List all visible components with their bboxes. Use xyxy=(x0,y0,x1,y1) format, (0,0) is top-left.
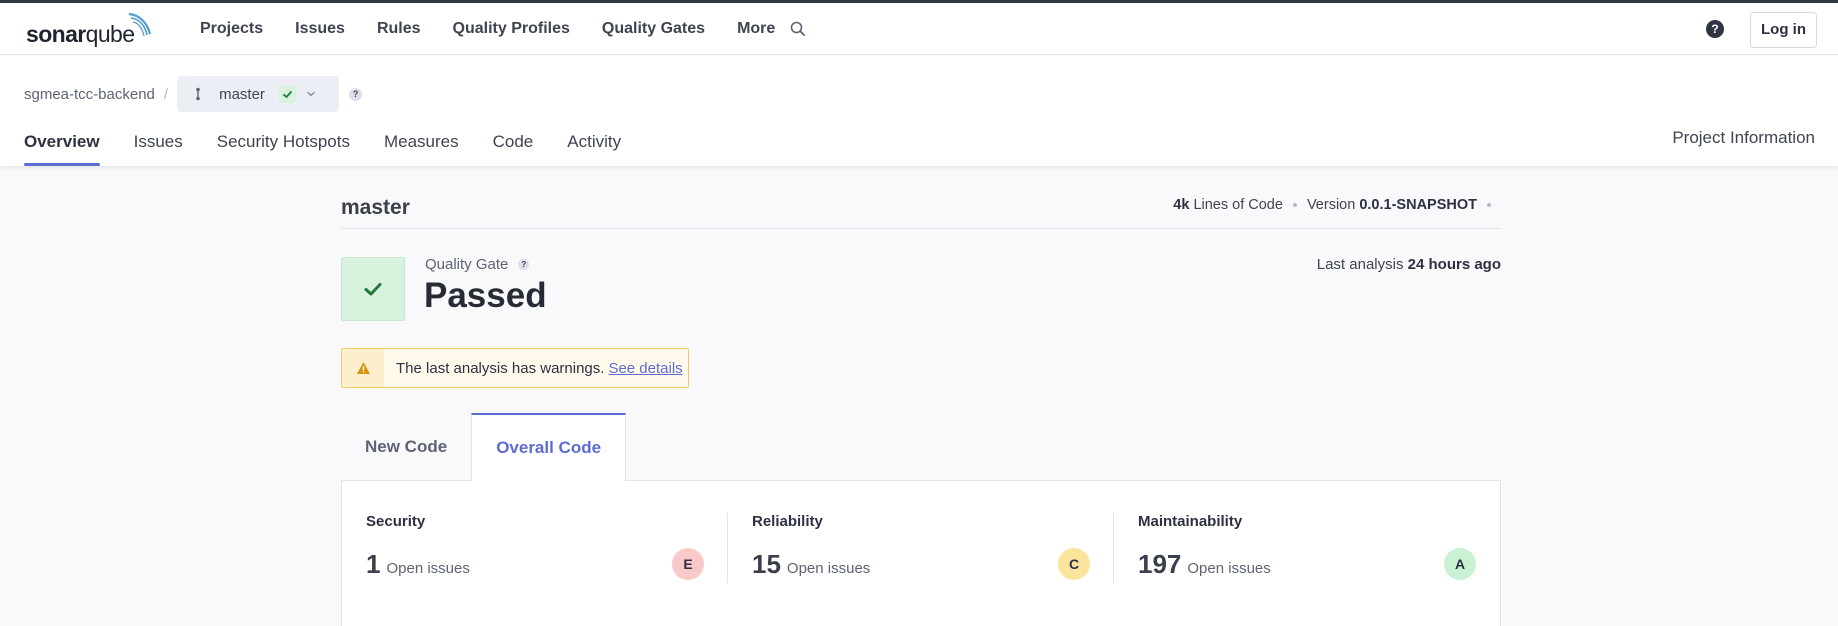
quality-gate-status-box xyxy=(341,257,405,321)
logo-wordmark: sonarqube xyxy=(26,21,135,47)
tab-overall-code[interactable]: Overall Code xyxy=(471,413,627,481)
tab-measures[interactable]: Measures xyxy=(384,118,459,166)
chevron-down-icon xyxy=(307,91,315,97)
branch-selector[interactable]: master xyxy=(177,76,340,112)
help-icon[interactable]: ? xyxy=(1706,20,1724,38)
login-button[interactable]: Log in xyxy=(1750,12,1817,48)
meta-separator xyxy=(1487,203,1491,207)
metric-title: Reliability xyxy=(752,513,823,530)
nav-issues[interactable]: Issues xyxy=(295,20,345,38)
project-tabs: Overview Issues Security Hotspots Measur… xyxy=(24,118,655,166)
global-navbar: sonarqube Projects Issues Rules Quality … xyxy=(0,3,1838,55)
loc-label: Lines of Code xyxy=(1193,197,1283,213)
search-icon[interactable] xyxy=(789,20,807,38)
main-nav: Projects Issues Rules Quality Profiles Q… xyxy=(200,3,807,55)
nav-rules[interactable]: Rules xyxy=(377,20,421,38)
maintainability-metric[interactable]: Maintainability 197 Open issues A xyxy=(1138,513,1478,580)
analysis-warning-banner: The last analysis has warnings. See deta… xyxy=(341,348,689,388)
check-icon xyxy=(278,85,296,103)
metric-unit: Open issues xyxy=(386,560,470,577)
metric-count[interactable]: 15 xyxy=(752,549,781,580)
branch-name: master xyxy=(219,85,265,103)
nav-quality-profiles[interactable]: Quality Profiles xyxy=(453,20,570,38)
metric-unit: Open issues xyxy=(1187,560,1271,577)
security-metric[interactable]: Security 1 Open issues E xyxy=(366,513,731,580)
branch-title: master xyxy=(341,196,410,219)
maintainability-rating-badge[interactable]: A xyxy=(1444,548,1476,580)
tab-new-code[interactable]: New Code xyxy=(341,413,471,481)
project-meta: 4k Lines of Code Version 0.0.1-SNAPSHOT xyxy=(1173,197,1501,213)
tab-overview[interactable]: Overview xyxy=(24,118,100,166)
code-period-tabs: New Code Overall Code xyxy=(341,413,627,481)
version-value: 0.0.1-SNAPSHOT xyxy=(1359,197,1477,213)
quality-gate-label: Quality Gate ? xyxy=(425,256,530,273)
warning-text: The last analysis has warnings. xyxy=(396,359,605,377)
reliability-metric[interactable]: Reliability 15 Open issues C xyxy=(752,513,1117,580)
metric-count[interactable]: 1 xyxy=(366,549,380,580)
metrics-panel: Security 1 Open issues E Reliability 15 … xyxy=(341,480,1501,626)
logo-waves-icon xyxy=(128,12,152,37)
tab-activity[interactable]: Activity xyxy=(567,118,621,166)
tab-issues[interactable]: Issues xyxy=(134,118,183,166)
nav-more[interactable]: More xyxy=(737,20,775,38)
version-label: Version xyxy=(1306,197,1356,213)
breadcrumb-project[interactable]: sgmea-tcc-backend xyxy=(24,86,155,103)
help-icon[interactable]: ? xyxy=(518,259,530,270)
quality-gate-status: Passed xyxy=(424,276,547,315)
sonarqube-logo[interactable]: sonarqube xyxy=(26,12,156,48)
reliability-rating-badge[interactable]: C xyxy=(1058,548,1090,580)
tab-security-hotspots[interactable]: Security Hotspots xyxy=(217,118,350,166)
metric-count[interactable]: 197 xyxy=(1138,549,1181,580)
loc-value: 4k xyxy=(1173,197,1190,213)
project-header: sgmea-tcc-backend / master ? Overview Is… xyxy=(0,56,1838,166)
meta-separator xyxy=(1292,203,1297,207)
branch-icon xyxy=(196,87,200,101)
tab-code[interactable]: Code xyxy=(493,118,534,166)
security-rating-badge[interactable]: E xyxy=(672,548,704,580)
last-analysis: Last analysis 24 hours ago xyxy=(1316,256,1501,273)
metric-title: Security xyxy=(366,513,426,530)
project-information-link[interactable]: Project Information xyxy=(1672,128,1815,148)
metric-divider xyxy=(1113,513,1114,583)
check-icon xyxy=(364,283,382,296)
warning-icon xyxy=(342,349,384,387)
breadcrumb-separator: / xyxy=(163,85,169,103)
header-divider xyxy=(341,228,1501,229)
metric-title: Maintainability xyxy=(1138,513,1243,530)
metric-divider xyxy=(727,513,728,583)
breadcrumb: sgmea-tcc-backend / master ? xyxy=(24,76,363,112)
see-details-link[interactable]: See details xyxy=(608,360,682,377)
nav-projects[interactable]: Projects xyxy=(200,20,263,38)
branch-help-icon[interactable]: ? xyxy=(349,87,363,101)
metric-unit: Open issues xyxy=(786,560,871,577)
nav-quality-gates[interactable]: Quality Gates xyxy=(602,20,705,38)
